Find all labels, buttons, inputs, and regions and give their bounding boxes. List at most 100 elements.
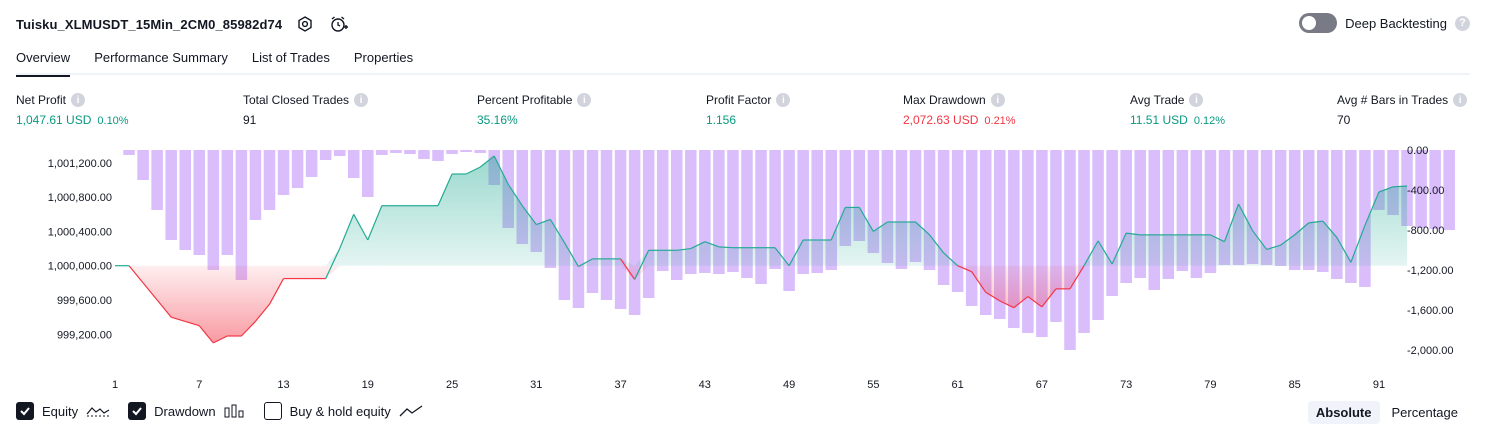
x-tick-label: 67 xyxy=(1036,379,1048,391)
x-tick-label: 25 xyxy=(446,379,458,391)
equity-tick-label: 1,000,000.00 xyxy=(48,261,112,273)
tab-overview[interactable]: Overview xyxy=(16,44,71,77)
metric-label: Avg # Bars in Trades xyxy=(1337,93,1449,107)
checkbox-checked-icon[interactable] xyxy=(16,402,34,420)
metric-percent: 0.21% xyxy=(984,115,1016,127)
drawdown-bar xyxy=(1050,150,1062,322)
info-icon[interactable]: i xyxy=(1189,93,1204,107)
equity-line-icon xyxy=(86,407,110,417)
x-tick-label: 49 xyxy=(783,379,795,391)
equity-tick-label: 999,200.00 xyxy=(57,329,112,341)
legend-label: Equity xyxy=(42,403,79,419)
x-tick-label: 1 xyxy=(112,379,118,391)
x-tick-label: 31 xyxy=(530,379,542,391)
equity-axis: 1,001,200.00 1,000,800.00 1,000,400.00 1,00… xyxy=(48,158,112,341)
drawdown-bar xyxy=(390,150,402,153)
x-tick-label: 37 xyxy=(614,379,626,391)
drawdown-bar xyxy=(347,150,360,178)
drawdown-bar xyxy=(1064,150,1076,350)
metric-percent: 0.10% xyxy=(97,115,129,127)
metric-label: Max Drawdown xyxy=(903,93,986,107)
mode-absolute-button[interactable]: Absolute xyxy=(1307,401,1380,424)
metric-value: 70 xyxy=(1337,113,1351,127)
metric-avg-trade: Avg Trade i 11.51 USD 0.12% xyxy=(1130,93,1225,127)
tab-list-of-trades[interactable]: List of Trades xyxy=(252,44,330,75)
checkbox-checked-icon[interactable] xyxy=(128,402,147,420)
info-icon[interactable]: i xyxy=(354,93,369,107)
drawdown-bar xyxy=(263,150,276,210)
drawdown-bar xyxy=(1148,150,1161,290)
metric-label: Percent Profitable xyxy=(477,93,573,107)
drawdown-tick-label: -2,000.00 xyxy=(1407,345,1453,357)
help-icon[interactable]: ? xyxy=(1455,15,1470,31)
metric-avg-bars-in-trades: Avg # Bars in Trades i 70 xyxy=(1337,93,1468,127)
drawdown-bar xyxy=(432,150,444,161)
metric-total-closed-trades: Total Closed Trades i 91 xyxy=(243,93,369,127)
chart-legend: Equity Drawdown Buy & hold equity xyxy=(16,402,423,420)
drawdown-bar xyxy=(1092,150,1104,320)
metric-value: 91 xyxy=(243,113,257,127)
info-icon[interactable]: i xyxy=(776,93,791,107)
drawdown-bar xyxy=(235,150,248,280)
equity-drawdown-chart[interactable]: 1,001,200.00 1,000,800.00 1,000,400.00 1,00… xyxy=(0,140,1486,396)
drawdown-bar xyxy=(474,150,486,153)
drawdown-bar xyxy=(418,150,430,159)
metric-value: 1,047.61 USD xyxy=(16,113,92,127)
legend-label: Buy & hold equity xyxy=(289,403,391,419)
drawdown-bar xyxy=(165,150,177,240)
x-tick-label: 55 xyxy=(867,379,879,391)
info-icon[interactable]: i xyxy=(1453,93,1468,107)
info-icon[interactable]: i xyxy=(990,93,1005,107)
drawdown-bar xyxy=(362,150,374,197)
drawdown-bar xyxy=(193,150,206,255)
metric-net-profit: Net Profit i 1,047.61 USD 0.10% xyxy=(16,93,129,127)
drawdown-bar xyxy=(207,150,220,270)
equity-tick-label: 1,000,800.00 xyxy=(48,192,112,204)
metric-value: 35.16% xyxy=(477,113,518,127)
strategy-header: Tuisku_XLMUSDT_15Min_2CM0_85982d74 xyxy=(16,12,350,36)
drawdown-tick-label: -400.00 xyxy=(1407,185,1444,197)
equity-line-segment xyxy=(718,246,733,249)
checkbox-unchecked-icon[interactable] xyxy=(263,402,282,420)
x-tick-label: 61 xyxy=(951,379,963,391)
drawdown-tick-label: -1,200.00 xyxy=(1407,265,1453,277)
metric-label: Net Profit xyxy=(16,93,67,107)
drawdown-bar xyxy=(291,150,304,188)
drawdown-tick-label: -800.00 xyxy=(1407,225,1444,237)
drawdown-bar xyxy=(1443,150,1455,230)
drawdown-bar xyxy=(600,150,613,300)
drawdown-bar xyxy=(446,150,458,154)
drawdown-bar xyxy=(151,150,163,210)
add-alert-icon[interactable] xyxy=(328,13,350,35)
info-icon[interactable]: i xyxy=(71,93,86,107)
legend-label: Drawdown xyxy=(154,403,216,419)
drawdown-bar xyxy=(1036,150,1048,337)
metric-value: 2,072.63 USD xyxy=(903,113,979,127)
mode-percentage-button[interactable]: Percentage xyxy=(1384,401,1467,424)
drawdown-bar xyxy=(586,150,599,293)
metric-label: Avg Trade xyxy=(1130,93,1185,107)
metric-profit-factor: Profit Factor i 1.156 xyxy=(706,93,791,127)
drawdown-bar xyxy=(123,150,135,155)
drawdown-bar xyxy=(1106,150,1118,296)
metric-max-drawdown: Max Drawdown i 2,072.63 USD 0.21% xyxy=(903,93,1016,127)
deep-backtesting-toggle[interactable] xyxy=(1299,13,1338,33)
metric-label: Profit Factor xyxy=(706,93,772,107)
drawdown-bar xyxy=(783,150,795,291)
x-tick-label: 91 xyxy=(1373,379,1385,391)
drawdown-tick-label: 0.00 xyxy=(1407,145,1428,157)
legend-buy-hold-equity[interactable]: Buy & hold equity xyxy=(263,402,423,420)
legend-drawdown[interactable]: Drawdown xyxy=(128,402,245,420)
legend-equity[interactable]: Equity xyxy=(16,402,110,420)
x-tick-label: 73 xyxy=(1120,379,1132,391)
trade-number-axis: 1 7 13 19 25 31 37 43 49 55 61 67 73 79 85 91 xyxy=(112,379,1385,391)
strategy-title: Tuisku_XLMUSDT_15Min_2CM0_85982d74 xyxy=(16,16,283,32)
drawdown-bar xyxy=(1022,150,1034,333)
metrics-row: Net Profit i 1,047.61 USD 0.10% Total Clos… xyxy=(0,93,1486,133)
deep-backtesting-control: Deep Backtesting ? xyxy=(1299,13,1470,33)
drawdown-bar xyxy=(404,150,416,154)
tab-performance-summary[interactable]: Performance Summary xyxy=(94,44,228,75)
settings-icon[interactable] xyxy=(294,13,316,35)
info-icon[interactable]: i xyxy=(577,93,592,107)
tab-properties[interactable]: Properties xyxy=(354,44,413,75)
